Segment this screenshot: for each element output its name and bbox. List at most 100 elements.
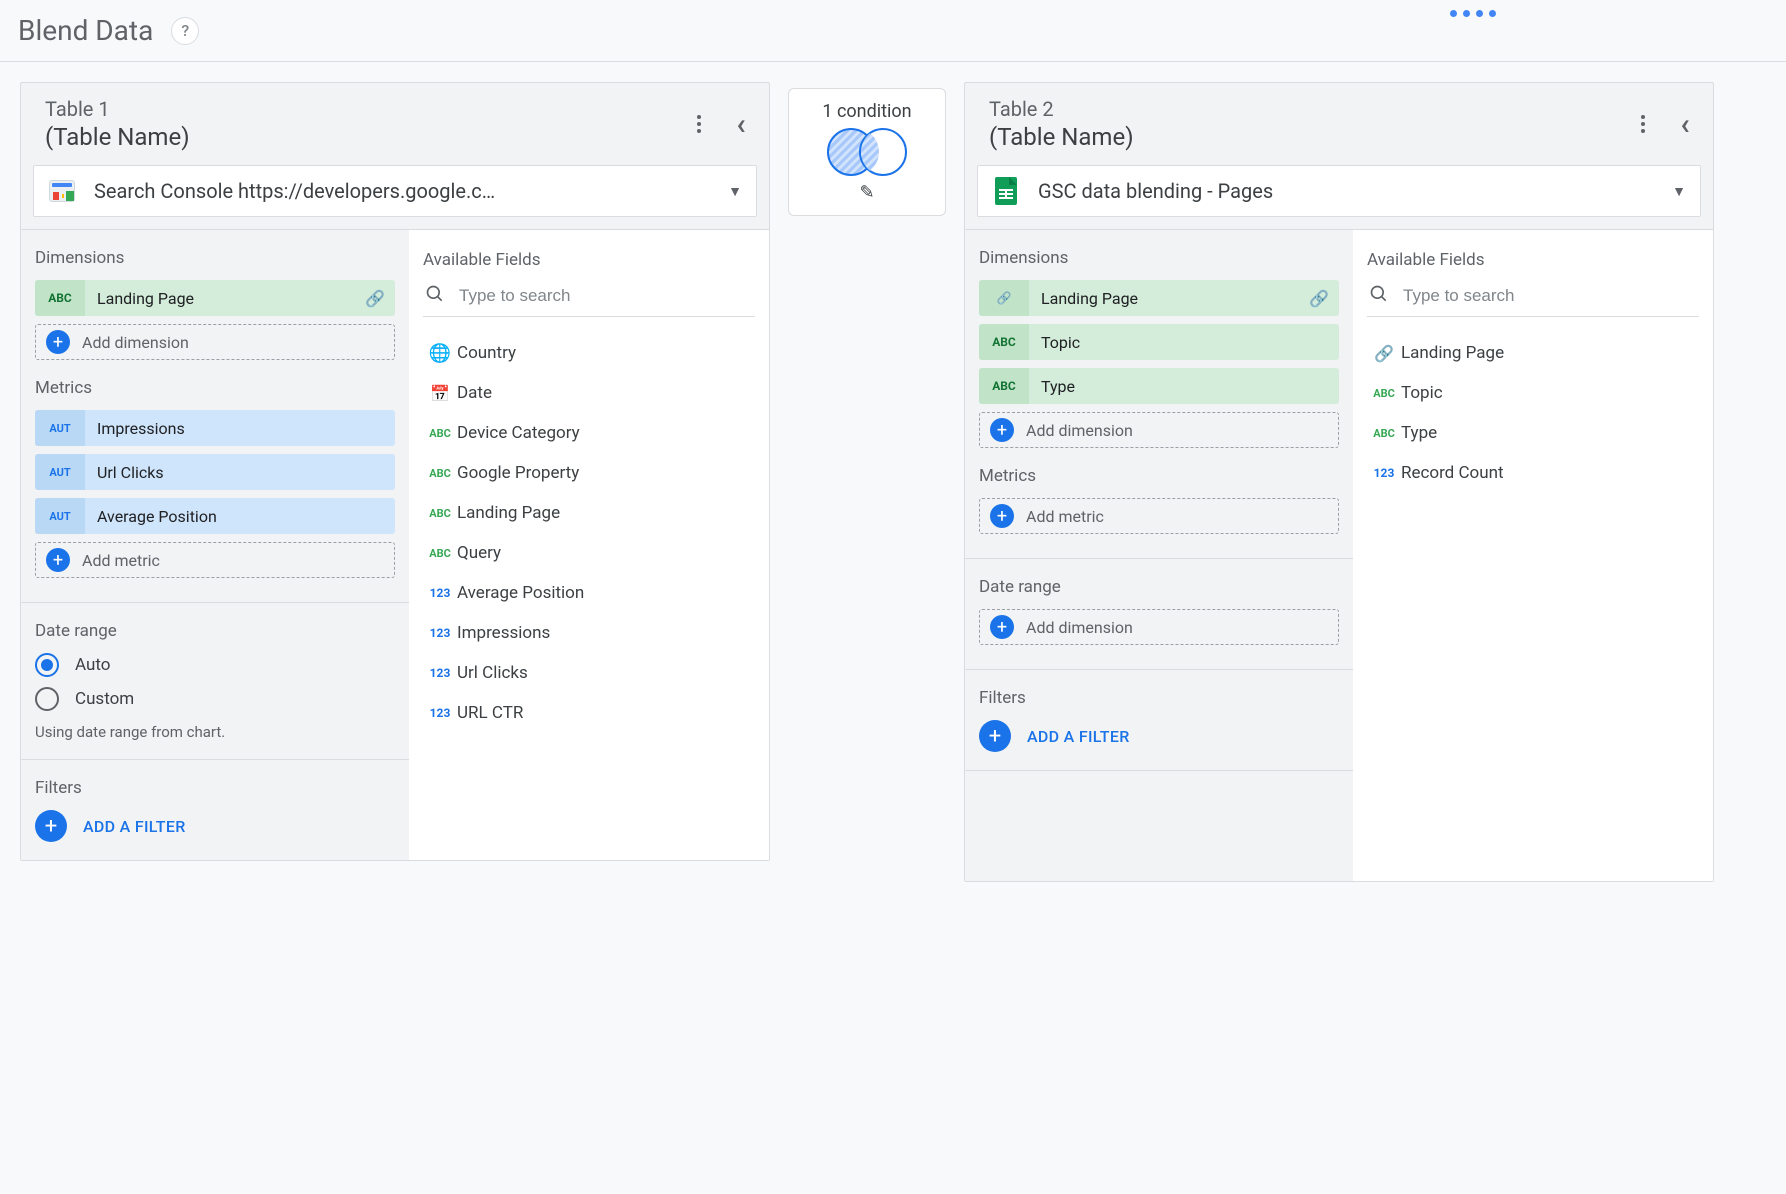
number-type-icon: 123 [423,706,457,720]
available-field-item[interactable]: ABCLanding Page [423,493,755,533]
abc-type-icon: ABC [423,427,457,440]
number-type-icon: 123 [423,586,457,600]
field-label: Date [457,383,492,403]
available-field-item[interactable]: ABCDevice Category [423,413,755,453]
table2-add-daterange-dimension[interactable]: + Add dimension [979,609,1339,645]
field-label: Landing Page [457,503,560,523]
table2-dimensions-title: Dimensions [979,248,1339,268]
chip-type-abc: ABC [35,280,85,316]
table2-name[interactable]: (Table Name) [989,123,1625,151]
table1-metrics-title: Metrics [35,378,395,398]
link-type-icon: 🔗 [1367,344,1401,363]
help-button[interactable]: ? [171,17,199,45]
table2-dimension-chip[interactable]: 🔗 Landing Page 🔗 [979,280,1339,316]
field-label: URL CTR [457,703,523,723]
radio-unselected-icon [35,687,59,711]
field-label: Device Category [457,423,580,443]
number-type-icon: 123 [1367,466,1401,480]
abc-type-icon: ABC [1367,427,1401,440]
field-label: Impressions [457,623,550,643]
table2-number: Table 2 [989,97,1625,121]
globe-icon: 🌐 [423,343,457,364]
search-icon [1369,284,1389,308]
available-field-item[interactable]: 123Url Clicks [423,653,755,693]
plus-icon: + [979,720,1011,752]
abc-type-icon: ABC [1367,387,1401,400]
available-field-item[interactable]: 123Average Position [423,573,755,613]
daterange-custom-radio[interactable]: Custom [35,687,395,711]
table1-add-filter-button[interactable]: + ADD A FILTER [35,810,395,842]
table2-dimension-chip[interactable]: ABC Type [979,368,1339,404]
table1-collapse-button[interactable] [723,106,759,142]
daterange-auto-radio[interactable]: Auto [35,653,395,677]
venn-left-join-icon [827,128,907,176]
join-config-button[interactable]: 1 condition ✎ [788,88,946,216]
number-type-icon: 123 [423,626,457,640]
available-field-item[interactable]: 123Impressions [423,613,755,653]
field-label: Average Position [457,583,584,603]
table1-header: Table 1 (Table Name) [21,83,769,165]
table1-name[interactable]: (Table Name) [45,123,681,151]
blend-workspace: Table 1 (Table Name) Search Console http… [0,62,1786,902]
plus-icon: + [35,810,67,842]
available-field-item[interactable]: 🔗Landing Page [1367,333,1699,373]
search-console-icon [48,177,76,205]
table2-collapse-button[interactable] [1667,106,1703,142]
link-icon: 🔗 [1309,289,1329,308]
more-vert-icon [1641,115,1645,133]
edit-icon: ✎ [795,182,939,203]
table2-datasource-select[interactable]: GSC data blending - Pages ▼ [977,165,1701,217]
plus-icon: + [46,548,70,572]
available-field-item[interactable]: 🌐Country [423,333,755,373]
table1-add-metric[interactable]: + Add metric [35,542,395,578]
table2-add-filter-button[interactable]: + ADD A FILTER [979,720,1339,752]
loading-dots-icon [1450,10,1496,17]
calendar-icon: 📅 [423,384,457,403]
available-field-item[interactable]: 123URL CTR [423,693,755,733]
field-label: Record Count [1401,463,1504,483]
available-field-item[interactable]: ABCQuery [423,533,755,573]
page-title: Blend Data [18,14,153,47]
field-label: Country [457,343,516,363]
available-field-item[interactable]: ABCTopic [1367,373,1699,413]
table1-field-search-input[interactable] [459,286,755,306]
table1-metric-chip[interactable]: AUT Average Position [35,498,395,534]
table2-datasource-label: GSC data blending - Pages [1038,179,1662,203]
table1-metric-chip[interactable]: AUT Impressions [35,410,395,446]
search-icon [425,284,445,308]
field-label: Landing Page [1401,343,1504,363]
join-condition-label: 1 condition [795,101,939,122]
table1-datasource-label: Search Console https://developers.google… [94,179,718,203]
table2-more-button[interactable] [1625,106,1661,142]
field-label: Url Clicks [457,663,528,683]
field-label: Topic [1401,383,1443,403]
table1-filters-title: Filters [35,778,395,798]
table2-metrics-title: Metrics [979,466,1339,486]
table2-header: Table 2 (Table Name) [965,83,1713,165]
table2-daterange-title: Date range [979,577,1339,597]
plus-icon: + [990,615,1014,639]
radio-selected-icon [35,653,59,677]
table2-add-metric[interactable]: + Add metric [979,498,1339,534]
available-field-item[interactable]: ABCType [1367,413,1699,453]
table1-datasource-select[interactable]: Search Console https://developers.google… [33,165,757,217]
table1-dimension-chip[interactable]: ABC Landing Page 🔗 [35,280,395,316]
table1-more-button[interactable] [681,106,717,142]
abc-type-icon: ABC [423,467,457,480]
available-field-item[interactable]: 123Record Count [1367,453,1699,493]
available-field-item[interactable]: 📅Date [423,373,755,413]
number-type-icon: 123 [423,666,457,680]
table2-available-fields-title: Available Fields [1367,250,1699,270]
table2-dimension-chip[interactable]: ABC Topic [979,324,1339,360]
table2-add-dimension[interactable]: + Add dimension [979,412,1339,448]
table1-add-dimension[interactable]: + Add dimension [35,324,395,360]
field-label: Query [457,543,501,563]
abc-type-icon: ABC [423,547,457,560]
field-label: Google Property [457,463,579,483]
table1-metric-chip[interactable]: AUT Url Clicks [35,454,395,490]
available-field-item[interactable]: ABCGoogle Property [423,453,755,493]
plus-icon: + [990,418,1014,442]
table2-field-search-input[interactable] [1403,286,1699,306]
table1-daterange-title: Date range [35,621,395,641]
dropdown-icon: ▼ [728,183,742,200]
